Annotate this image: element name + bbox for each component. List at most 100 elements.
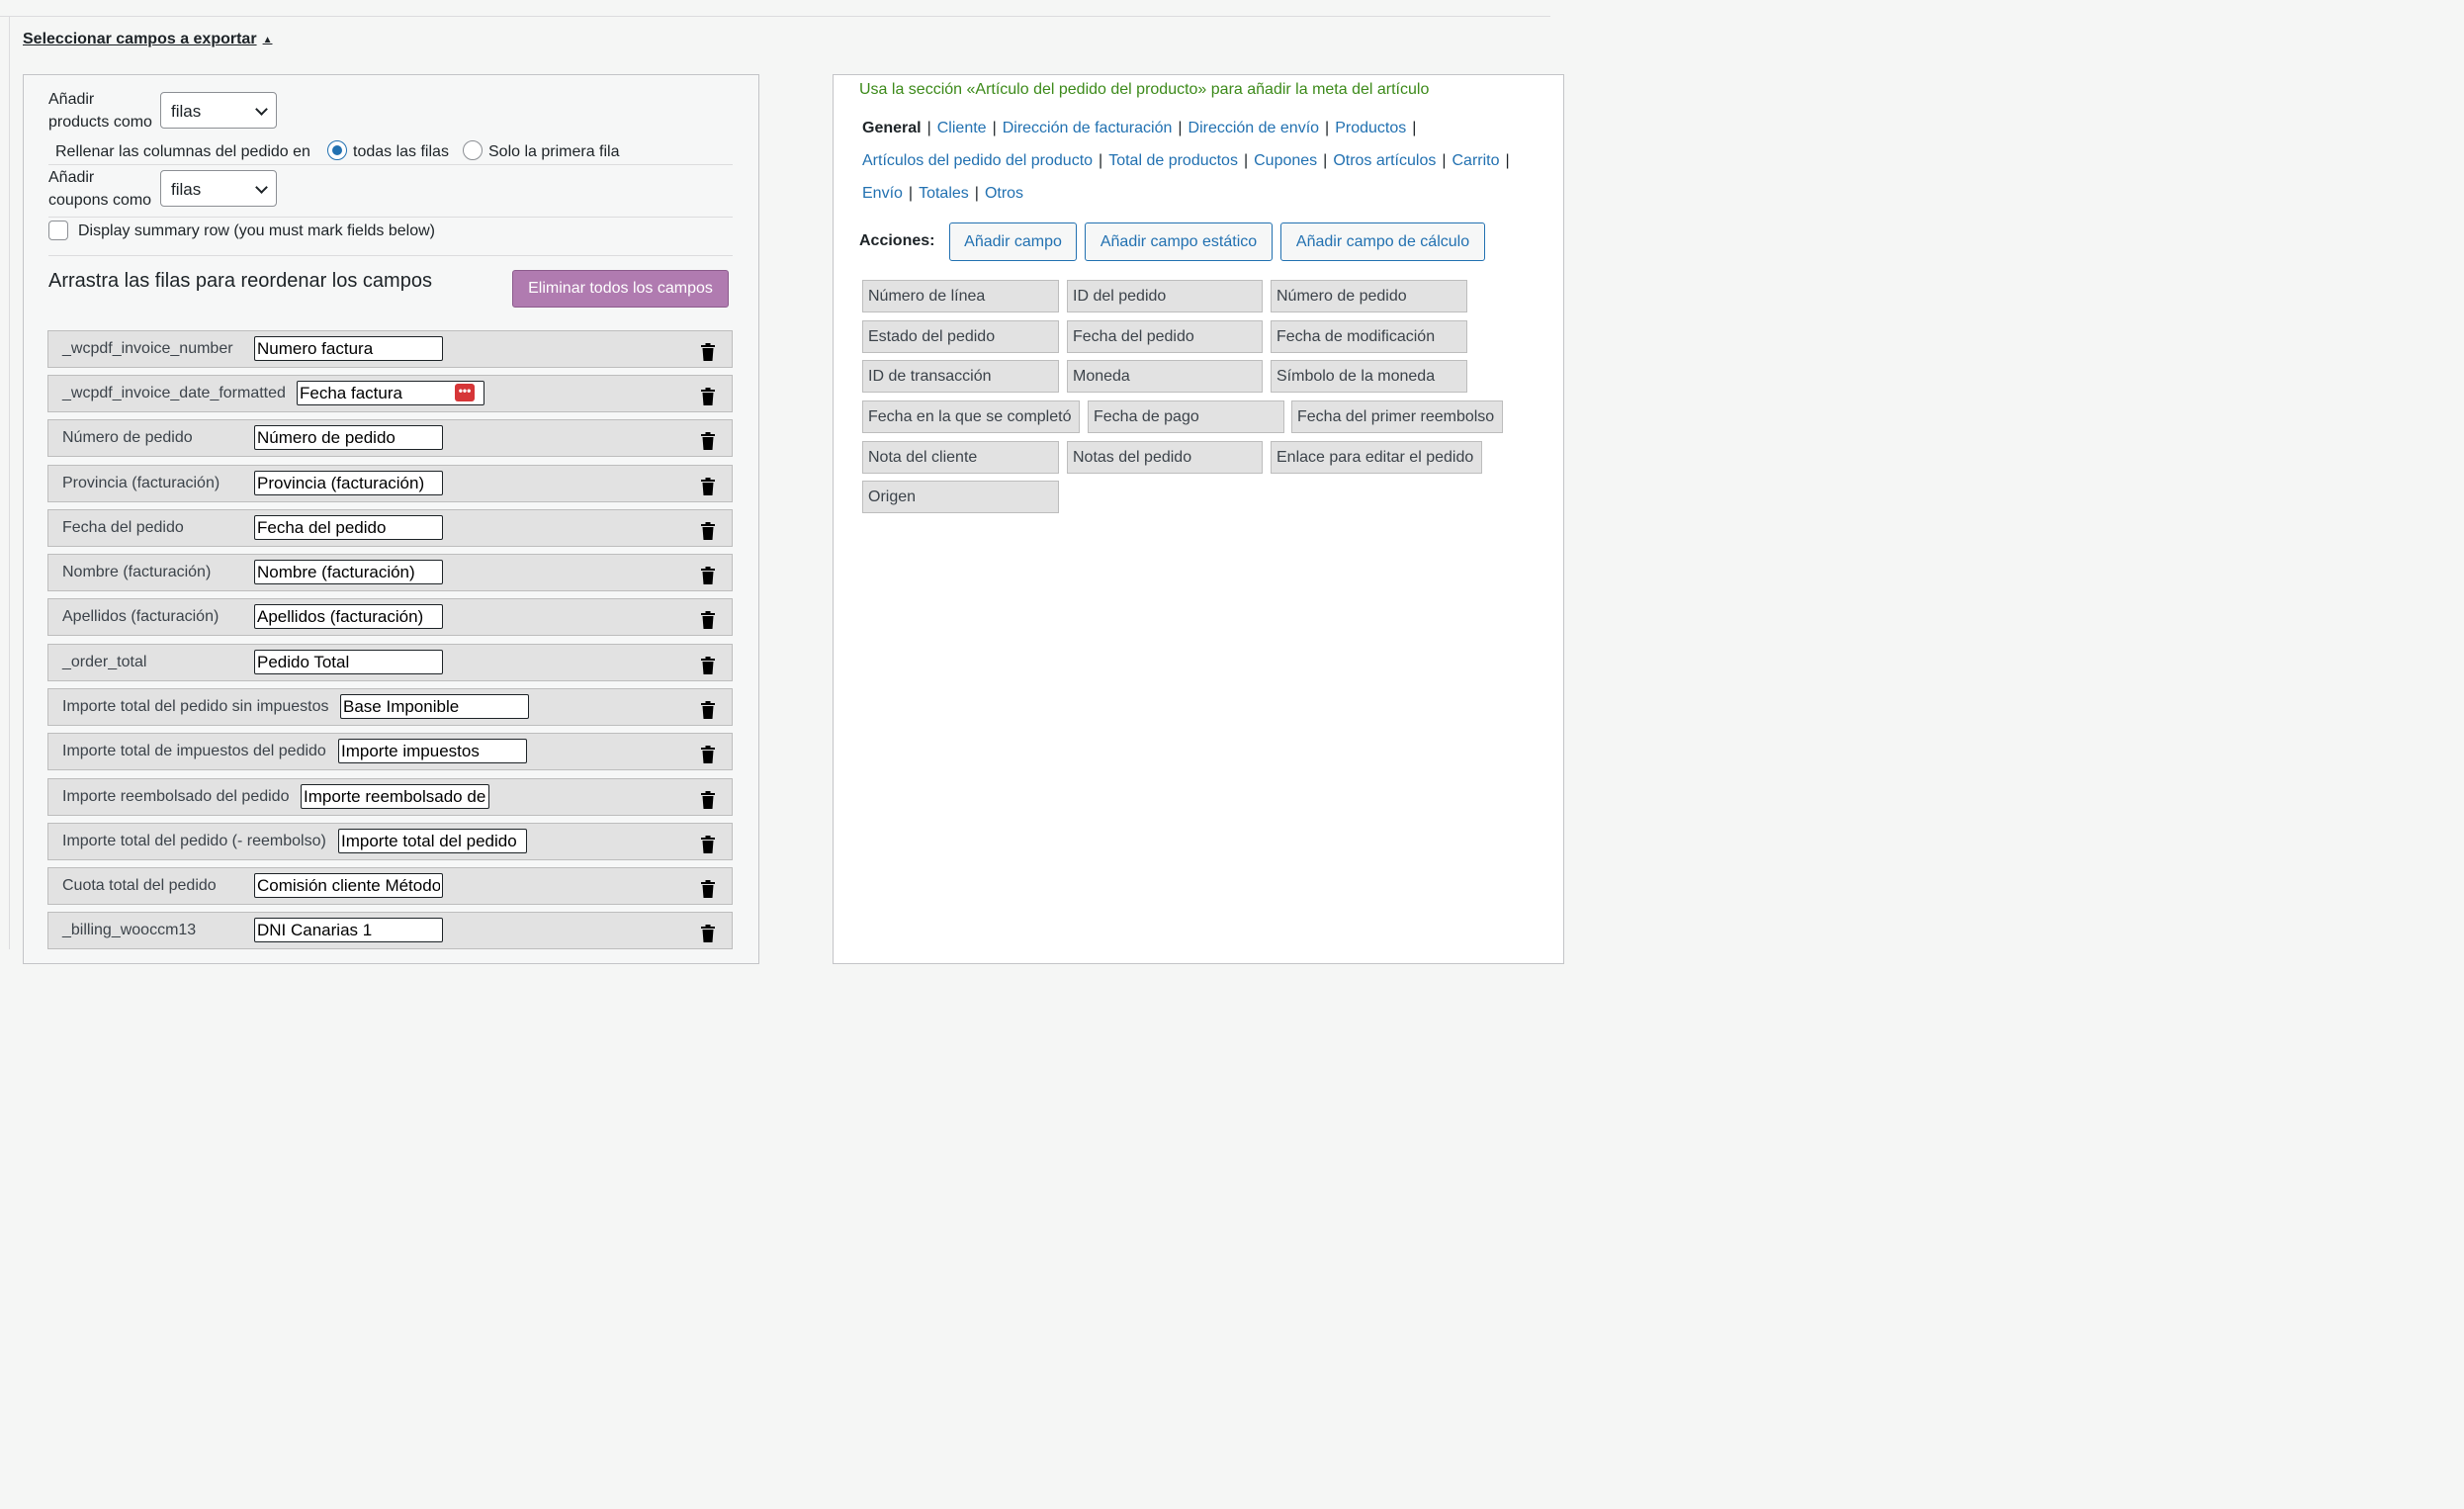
available-field-chip[interactable]: Notas del pedido: [1067, 441, 1263, 474]
tab-totals[interactable]: Totales: [919, 185, 969, 202]
field-key-label: Importe total de impuestos del pedido: [62, 743, 326, 759]
trash-icon[interactable]: [701, 521, 715, 540]
available-field-chip[interactable]: ID del pedido: [1067, 280, 1263, 312]
field-row[interactable]: Importe total del pedido (- reembolso): [47, 823, 733, 860]
trash-icon[interactable]: [701, 879, 715, 898]
field-row[interactable]: Importe total de impuestos del pedido: [47, 733, 733, 770]
tab-others[interactable]: Otros: [985, 185, 1023, 202]
tab-product-totals[interactable]: Total de productos: [1108, 152, 1238, 169]
trash-icon[interactable]: [701, 477, 715, 495]
tab-separator: |: [908, 185, 914, 202]
tab-separator: |: [1099, 152, 1103, 169]
tab-general[interactable]: General: [862, 120, 922, 136]
tab-shipping-address[interactable]: Dirección de envío: [1188, 120, 1320, 136]
add-static-field-button[interactable]: Añadir campo estático: [1085, 222, 1273, 261]
fill-all-rows-radio[interactable]: [327, 140, 347, 160]
available-field-chip[interactable]: Estado del pedido: [862, 320, 1059, 353]
tab-product-order-items[interactable]: Artículos del pedido del producto: [862, 152, 1093, 169]
column-title-input[interactable]: [254, 604, 443, 629]
available-field-chip[interactable]: Número de pedido: [1271, 280, 1467, 312]
tab-separator: |: [1412, 120, 1417, 136]
field-row[interactable]: _billing_wooccm13: [47, 912, 733, 949]
field-row[interactable]: Importe total del pedido sin impuestos: [47, 688, 733, 726]
trash-icon[interactable]: [701, 610, 715, 629]
add-field-button[interactable]: Añadir campo: [949, 222, 1077, 261]
section-toggle[interactable]: Seleccionar campos a exportar ▲: [23, 31, 272, 48]
available-field-chip[interactable]: Moneda: [1067, 360, 1263, 393]
field-row[interactable]: _order_total: [47, 644, 733, 681]
options-divider: [48, 217, 733, 218]
trash-icon[interactable]: [701, 431, 715, 450]
field-row[interactable]: Fecha del pedido: [47, 509, 733, 547]
column-title-input[interactable]: [254, 471, 443, 495]
field-key-label: Importe total del pedido (- reembolso): [62, 833, 326, 849]
add-calculated-field-button[interactable]: Añadir campo de cálculo: [1280, 222, 1485, 261]
coupons-label-line1: Añadir: [48, 169, 95, 186]
trash-icon[interactable]: [701, 745, 715, 763]
trash-icon[interactable]: [701, 656, 715, 674]
tab-separator: |: [1442, 152, 1447, 169]
available-field-chip[interactable]: Fecha en la que se completó: [862, 400, 1080, 433]
fill-all-rows-label: todas las filas: [353, 143, 449, 160]
field-row[interactable]: Nombre (facturación): [47, 554, 733, 591]
tab-separator: |: [992, 120, 997, 136]
trash-icon[interactable]: [701, 700, 715, 719]
available-field-chip[interactable]: Nota del cliente: [862, 441, 1059, 474]
tab-products[interactable]: Productos: [1335, 120, 1406, 136]
field-row[interactable]: Número de pedido: [47, 419, 733, 457]
column-title-input[interactable]: [254, 918, 443, 942]
available-field-chip[interactable]: Número de línea: [862, 280, 1059, 312]
trash-icon[interactable]: [701, 924, 715, 942]
field-row[interactable]: _wcpdf_invoice_date_formatted •••: [47, 375, 733, 412]
column-title-input[interactable]: [254, 336, 443, 361]
column-title-input[interactable]: [254, 873, 443, 898]
field-row[interactable]: Importe reembolsado del pedido: [47, 778, 733, 816]
column-title-input[interactable]: [254, 515, 443, 540]
caret-up-icon: ▲: [262, 34, 273, 45]
tab-billing-address[interactable]: Dirección de facturación: [1003, 120, 1173, 136]
column-title-input[interactable]: [301, 784, 489, 809]
field-key-label: _order_total: [62, 654, 147, 670]
field-row[interactable]: Apellidos (facturación): [47, 598, 733, 636]
trash-icon[interactable]: [701, 835, 715, 853]
tab-separator: |: [974, 185, 979, 202]
tab-cart[interactable]: Carrito: [1452, 152, 1500, 169]
column-title-input[interactable]: [338, 829, 527, 853]
available-field-chip[interactable]: Fecha de modificación: [1271, 320, 1467, 353]
tab-coupons[interactable]: Cupones: [1254, 152, 1317, 169]
field-row[interactable]: _wcpdf_invoice_number: [47, 330, 733, 368]
field-key-label: Número de pedido: [62, 429, 193, 446]
coupons-label-line2: coupons como: [48, 192, 152, 209]
trash-icon[interactable]: [701, 342, 715, 361]
column-title-input[interactable]: [338, 739, 527, 763]
field-row[interactable]: Cuota total del pedido: [47, 867, 733, 905]
trash-icon[interactable]: [701, 387, 715, 405]
column-title-input[interactable]: [254, 425, 443, 450]
tab-cliente[interactable]: Cliente: [937, 120, 987, 136]
tab-other-items[interactable]: Otros artículos: [1333, 152, 1436, 169]
trash-icon[interactable]: [701, 566, 715, 584]
field-key-label: Fecha del pedido: [62, 519, 184, 536]
available-field-chip[interactable]: Fecha de pago: [1088, 400, 1284, 433]
available-field-chip[interactable]: Origen: [862, 481, 1059, 513]
column-title-input[interactable]: [254, 650, 443, 674]
column-title-input[interactable]: [340, 694, 529, 719]
available-field-chip[interactable]: ID de transacción: [862, 360, 1059, 393]
summary-row-checkbox[interactable]: [48, 221, 68, 240]
remove-all-fields-button[interactable]: Eliminar todos los campos: [512, 270, 729, 308]
trash-icon[interactable]: [701, 790, 715, 809]
field-category-tabs-row3: Envío | Totales | Otros: [862, 178, 1544, 211]
column-title-input[interactable]: [254, 560, 443, 584]
field-row[interactable]: Provincia (facturación): [47, 465, 733, 502]
field-key-label: Cuota total del pedido: [62, 877, 217, 894]
tab-shipping[interactable]: Envío: [862, 185, 903, 202]
fill-first-row-radio[interactable]: [463, 140, 483, 160]
available-field-chip[interactable]: Fecha del pedido: [1067, 320, 1263, 353]
products-mode-select[interactable]: filas: [160, 92, 277, 129]
available-field-chip[interactable]: Fecha del primer reembolso: [1291, 400, 1503, 433]
field-category-tabs-row1: General | Cliente | Dirección de facturación…: [862, 113, 1544, 145]
available-field-chip[interactable]: Símbolo de la moneda: [1271, 360, 1467, 393]
password-manager-icon[interactable]: •••: [455, 384, 475, 401]
coupons-mode-select[interactable]: filas: [160, 170, 277, 207]
available-field-chip[interactable]: Enlace para editar el pedido: [1271, 441, 1482, 474]
